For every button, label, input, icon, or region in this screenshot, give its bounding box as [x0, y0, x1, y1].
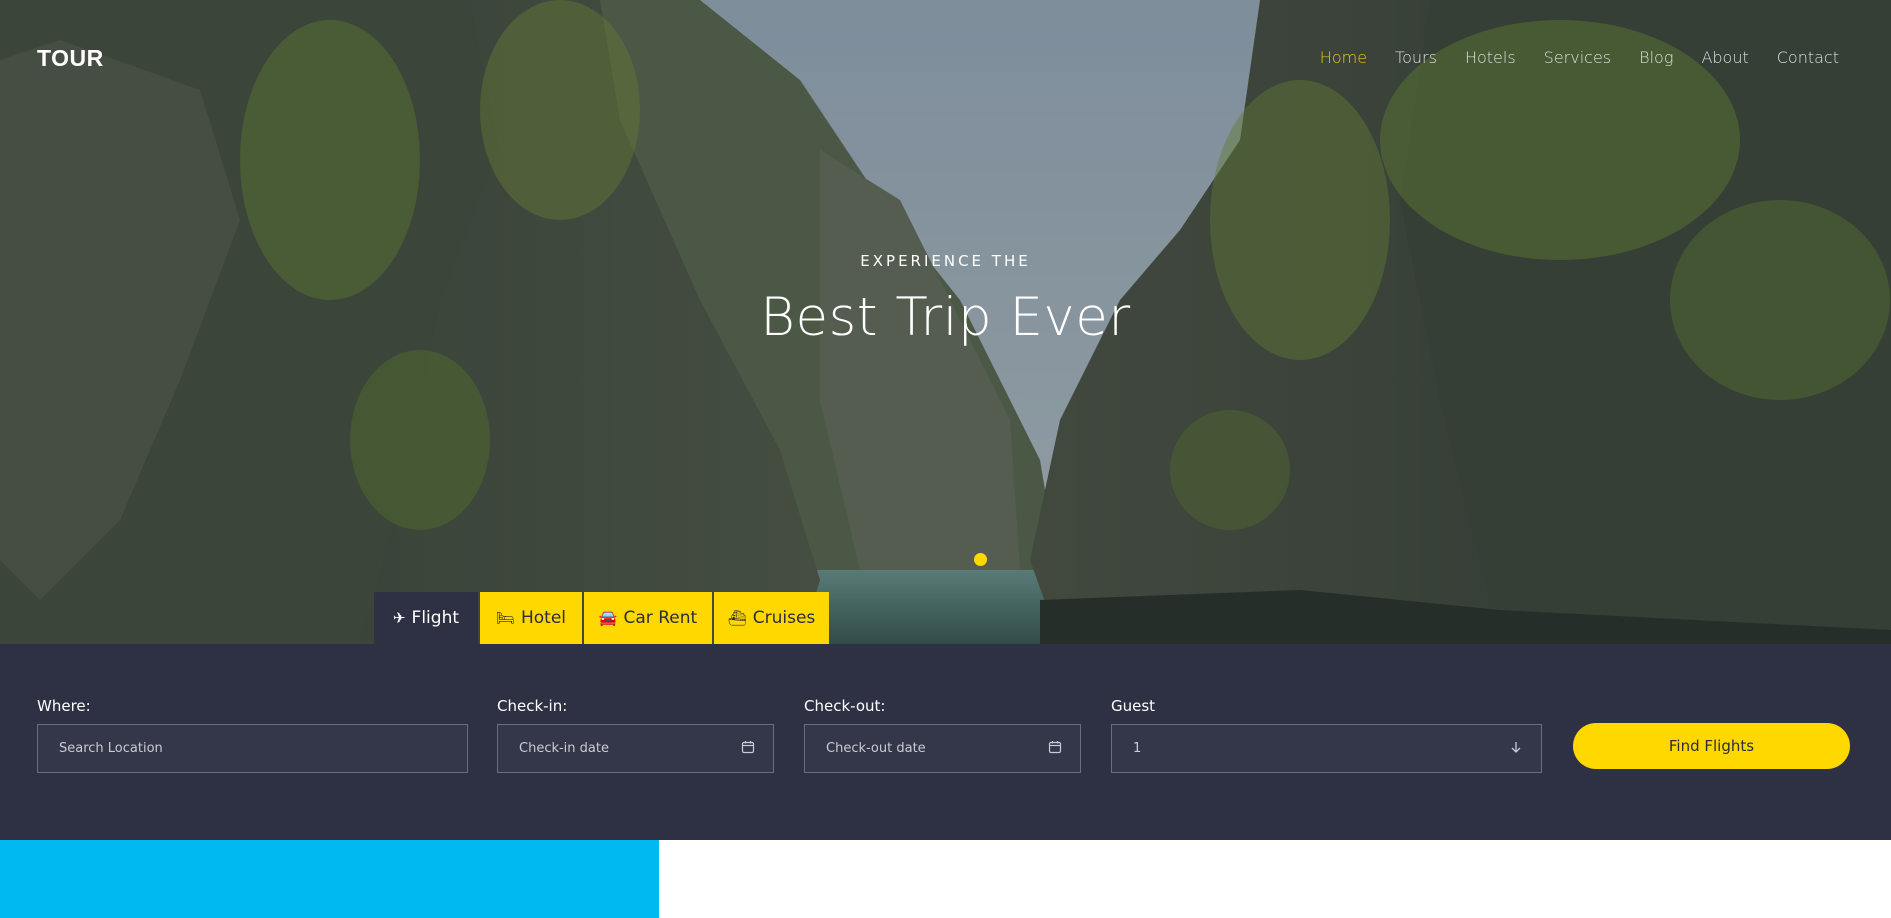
booking-tabs: ✈ Flight 🛏 Hotel 🚘 Car Rent ⛴ Cruises [374, 592, 831, 644]
blue-banner [0, 840, 659, 918]
guest-value: 1 [1133, 741, 1142, 756]
where-placeholder: Search Location [59, 741, 163, 756]
checkin-label: Check-in: [497, 697, 568, 715]
bed-icon: 🛏 [495, 609, 515, 627]
nav-item-home[interactable]: Home [1320, 48, 1367, 67]
hero-title: Best Trip Ever [760, 287, 1131, 348]
calendar-icon [1048, 740, 1062, 758]
checkin-input[interactable]: Check-in date [497, 724, 774, 773]
tab-label: Cruises [752, 608, 816, 628]
nav-item-tours[interactable]: Tours [1395, 48, 1437, 67]
ship-icon: ⛴ [727, 609, 747, 627]
guest-select[interactable]: 1 [1111, 724, 1542, 773]
calendar-icon [741, 740, 755, 758]
tab-label: Hotel [521, 608, 567, 628]
nav-item-about[interactable]: About [1701, 48, 1748, 67]
slider-dot[interactable] [974, 553, 987, 566]
nav-item-blog[interactable]: Blog [1639, 48, 1673, 67]
nav-item-contact[interactable]: Contact [1777, 48, 1839, 67]
nav-item-services[interactable]: Services [1544, 48, 1611, 67]
tab-cruises[interactable]: ⛴ Cruises [714, 592, 829, 644]
where-label: Where: [37, 697, 91, 715]
checkout-label: Check-out: [804, 697, 886, 715]
site-logo[interactable]: TOUR [37, 45, 104, 72]
tab-hotel[interactable]: 🛏 Hotel [480, 592, 582, 644]
guest-label: Guest [1111, 697, 1156, 715]
tab-car-rent[interactable]: 🚘 Car Rent [584, 592, 712, 644]
checkin-placeholder: Check-in date [519, 741, 609, 756]
tab-label: Car Rent [623, 608, 698, 628]
hero-subtitle: EXPERIENCE THE [860, 252, 1031, 270]
checkout-input[interactable]: Check-out date [804, 724, 1081, 773]
car-icon: 🚘 [598, 609, 618, 627]
main-nav: Home Tours Hotels Services Blog About Co… [1292, 48, 1839, 67]
nav-item-hotels[interactable]: Hotels [1465, 48, 1516, 67]
tab-flight[interactable]: ✈ Flight [374, 592, 478, 644]
where-input[interactable]: Search Location [37, 724, 468, 773]
tab-label: Flight [411, 608, 460, 628]
find-flights-button[interactable]: Find Flights [1573, 723, 1850, 769]
checkout-placeholder: Check-out date [826, 741, 926, 756]
plane-icon: ✈ [392, 609, 406, 627]
arrow-down-icon [1509, 740, 1523, 758]
